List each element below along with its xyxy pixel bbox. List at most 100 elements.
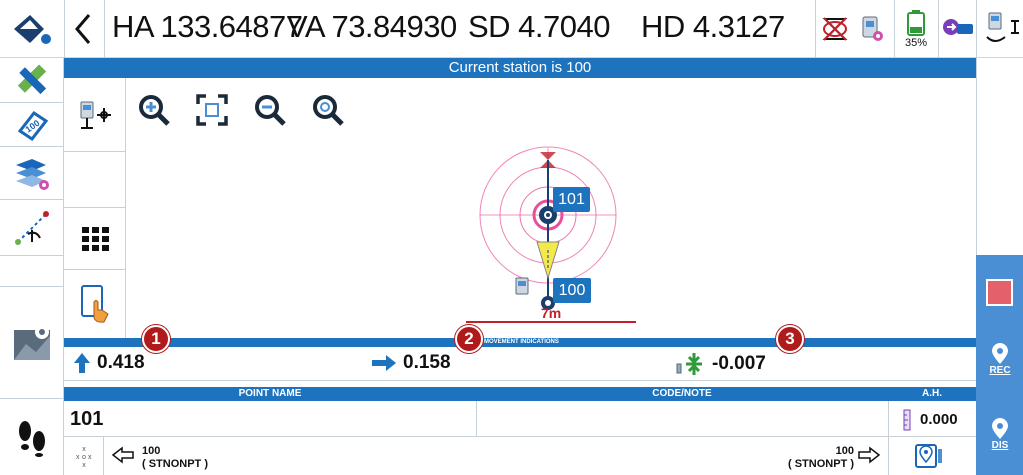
height-value: -0.007 bbox=[712, 353, 766, 374]
zoom-in-button[interactable] bbox=[134, 90, 174, 130]
top-bar: HA 133.64877 VA 73.84930 SD 4.7040 HD 4.… bbox=[0, 0, 1023, 58]
hd-reading: HD 4.3127 bbox=[641, 9, 785, 44]
point-table-header: POINT NAME CODE/NOTE A.H. bbox=[64, 387, 976, 401]
antenna-height-icon bbox=[903, 409, 911, 431]
movement-right: 0.158 bbox=[371, 352, 451, 374]
tool-empty-slot bbox=[64, 152, 126, 208]
station-banner: Current station is 100 bbox=[64, 58, 976, 78]
tag-100-icon: 100 bbox=[17, 110, 49, 141]
dis-button[interactable]: DIS bbox=[982, 418, 1018, 458]
movement-title: MOVEMENT INDICATIONS bbox=[484, 339, 559, 345]
sidebar-empty-slot bbox=[0, 256, 64, 287]
dis-label: DIS bbox=[991, 440, 1009, 451]
fit-extent-icon bbox=[196, 94, 228, 126]
point-navigation: x x o x x 100 ( STNONPT ) 100 ( STNONPT … bbox=[64, 437, 976, 475]
prev-point-type: ( STNONPT ) bbox=[142, 458, 208, 470]
battery-status: 35% bbox=[896, 0, 936, 58]
instrument-crosshair-icon bbox=[80, 101, 111, 129]
sd-reading: SD 4.7040 bbox=[468, 9, 611, 44]
svg-text:x: x bbox=[88, 454, 92, 461]
sidebar-footsteps-button[interactable] bbox=[0, 398, 64, 475]
prev-point-button[interactable] bbox=[111, 446, 134, 469]
arrow-right-outline-icon bbox=[858, 446, 881, 464]
movement-header: MOVEMENT INDICATIONS bbox=[64, 338, 976, 347]
record-stop-button[interactable] bbox=[986, 279, 1013, 306]
va-reading: VA 73.84930 bbox=[287, 9, 457, 44]
svg-text:o: o bbox=[82, 454, 86, 461]
sidebar-percent-button[interactable]: 100 bbox=[0, 103, 64, 147]
touch-mode-button[interactable] bbox=[64, 270, 126, 338]
ha-reading: HA 133.64877 bbox=[112, 9, 303, 44]
prev-point-name: 100 bbox=[142, 445, 161, 457]
height-cut-icon bbox=[676, 353, 702, 375]
xyz-toggle-button[interactable]: x x o x x bbox=[64, 437, 104, 475]
point-name-cell[interactable]: 101 bbox=[70, 408, 103, 431]
xyz-icon: x x o x x bbox=[76, 446, 92, 469]
no-prism-icon bbox=[822, 17, 848, 41]
movement-forward: 0.418 bbox=[73, 352, 145, 374]
sidebar-map-button[interactable] bbox=[0, 287, 64, 397]
rec-label: REC bbox=[989, 365, 1011, 376]
instrument-gear-icon bbox=[862, 16, 883, 41]
scale-label: 7m bbox=[541, 305, 562, 321]
connection-icon bbox=[943, 19, 973, 35]
right-action-panel: REC DIS bbox=[976, 255, 1023, 475]
zoom-extent-button[interactable] bbox=[192, 90, 232, 130]
next-point-button[interactable] bbox=[858, 446, 881, 469]
next-point-type: ( STNONPT ) bbox=[788, 458, 854, 470]
arrow-right-icon bbox=[372, 355, 396, 371]
forward-value: 0.418 bbox=[97, 352, 145, 373]
zoom-out-button[interactable] bbox=[250, 90, 290, 130]
right-value: 0.158 bbox=[403, 352, 451, 373]
table-row[interactable]: 101 0.000 bbox=[64, 401, 976, 437]
col-code-note: CODE/NOTE bbox=[652, 388, 712, 399]
map-pin-icon bbox=[915, 444, 942, 468]
movement-height: -0.007 bbox=[676, 352, 766, 376]
battery-percent: 35% bbox=[904, 36, 928, 49]
svg-text:x: x bbox=[76, 454, 80, 461]
grid-menu-button[interactable] bbox=[64, 208, 126, 270]
back-button[interactable] bbox=[66, 0, 100, 58]
instrument-rotate-icon bbox=[985, 12, 1019, 42]
sidebar-layers-button[interactable] bbox=[0, 147, 64, 200]
next-point-name: 100 bbox=[835, 445, 854, 457]
ah-cell[interactable]: 0.000 bbox=[920, 411, 958, 428]
badge-3: 3 bbox=[776, 325, 804, 353]
arrow-up-icon bbox=[74, 353, 90, 373]
zoom-target-icon bbox=[313, 95, 344, 126]
battery-icon bbox=[907, 9, 925, 36]
connection-button[interactable] bbox=[940, 0, 976, 58]
tablet-touch-icon bbox=[80, 285, 109, 323]
locate-point-button[interactable] bbox=[914, 443, 944, 474]
col-point-name: POINT NAME bbox=[238, 388, 302, 399]
zoom-in-icon bbox=[139, 95, 170, 126]
instrument-center-button[interactable] bbox=[64, 78, 126, 152]
badge-1: 1 bbox=[142, 325, 170, 353]
left-sidebar: 100 bbox=[0, 58, 64, 475]
prism-off-button[interactable] bbox=[818, 0, 852, 58]
arrow-left-outline-icon bbox=[111, 446, 134, 464]
map-pin-icon bbox=[14, 325, 50, 360]
instrument-rotate-button[interactable] bbox=[978, 0, 1023, 58]
zoom-target-button[interactable] bbox=[308, 90, 348, 130]
zoom-out-icon bbox=[255, 95, 286, 126]
app-menu-button[interactable] bbox=[0, 0, 64, 58]
chevron-left-icon bbox=[75, 14, 91, 44]
map-pin-icon bbox=[992, 418, 1008, 439]
instrument-settings-button[interactable] bbox=[856, 0, 888, 58]
grid-dots-icon bbox=[81, 226, 109, 251]
rec-button[interactable]: REC bbox=[982, 343, 1018, 383]
survey-app-icon bbox=[14, 15, 51, 44]
target-label: 101 bbox=[553, 187, 590, 212]
station-label: 100 bbox=[553, 278, 591, 303]
footsteps-icon bbox=[19, 420, 45, 457]
pencil-ruler-icon bbox=[17, 64, 47, 95]
svg-text:x: x bbox=[82, 446, 86, 453]
line-touch-icon bbox=[15, 210, 49, 245]
map-pin-icon bbox=[992, 343, 1008, 364]
badge-2: 2 bbox=[455, 325, 483, 353]
sidebar-tools-button[interactable] bbox=[0, 58, 64, 103]
sidebar-stakeout-button[interactable] bbox=[0, 200, 64, 256]
col-ah: A.H. bbox=[922, 388, 942, 399]
svg-text:x: x bbox=[82, 462, 86, 469]
